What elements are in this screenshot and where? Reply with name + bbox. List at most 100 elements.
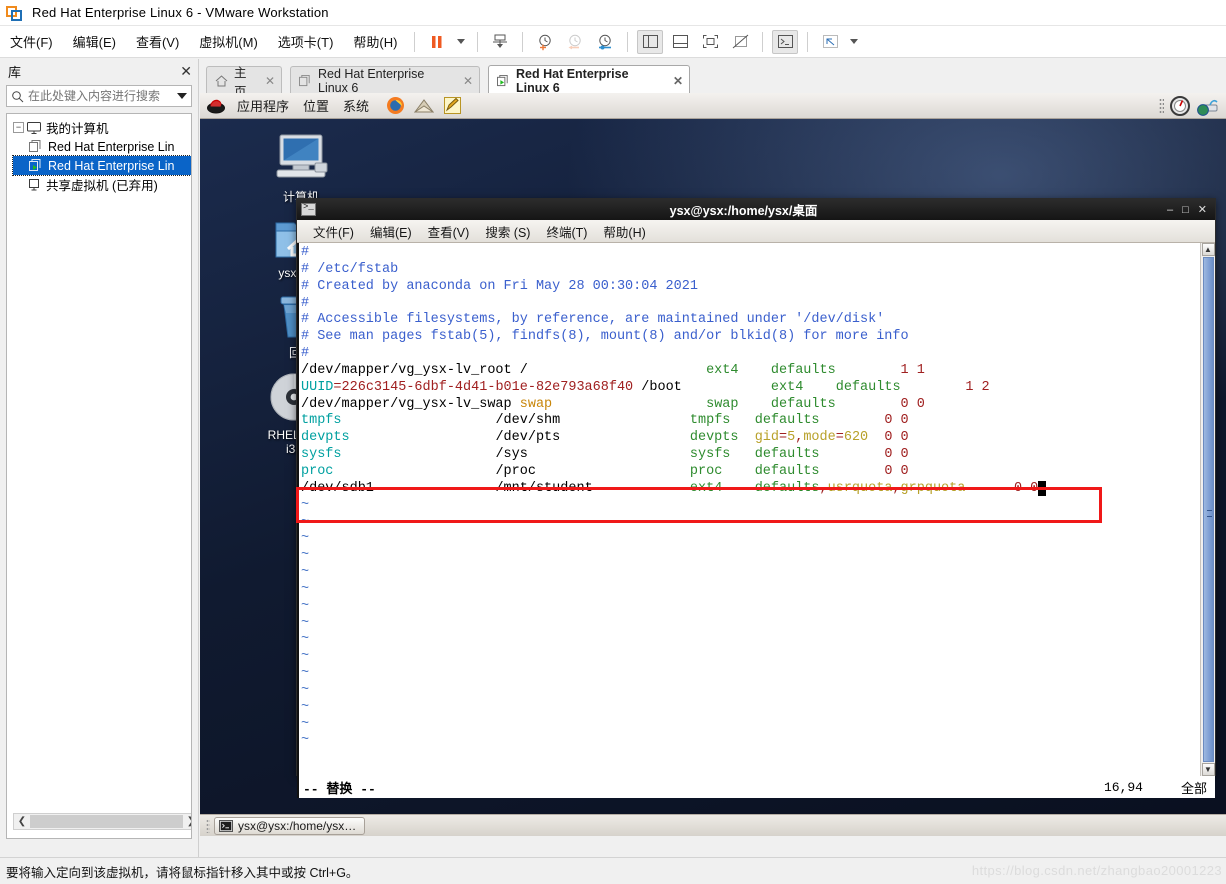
scroll-down-chevron-down-icon[interactable]: ▼	[1201, 763, 1215, 776]
vim-line-comment: #	[301, 295, 310, 311]
menu-edit[interactable]: 编辑(E)	[64, 28, 125, 55]
manage-snapshots-button[interactable]	[592, 30, 618, 54]
tree-item-label: 共享虚拟机 (已弃用)	[46, 179, 158, 193]
vmware-logo-icon	[6, 4, 24, 22]
terminal-body[interactable]: # # /etc/fstab # Created by anaconda on …	[297, 243, 1215, 776]
panel-grip-icon	[1159, 97, 1164, 114]
vim-editor-buffer[interactable]: # # /etc/fstab # Created by anaconda on …	[297, 243, 1200, 776]
menu-help[interactable]: 帮助(H)	[344, 28, 406, 55]
search-icon	[12, 90, 24, 102]
gnome-menu-system[interactable]: 系统	[336, 96, 376, 115]
toolbar-separator	[807, 31, 809, 52]
toolbar-separator	[414, 31, 416, 52]
scrollbar-thumb[interactable]	[30, 815, 183, 828]
terminal-menu-search[interactable]: 搜索 (S)	[477, 222, 538, 241]
menu-vm[interactable]: 虚拟机(M)	[190, 28, 267, 55]
tab-rhel6-1[interactable]: Red Hat Enterprise Linux 6 ✕	[290, 66, 480, 95]
fstab-entry-root: /dev/mapper/vg_ysx-lv_root / ext4 defaul…	[301, 362, 925, 378]
menu-view[interactable]: 查看(V)	[127, 28, 188, 55]
pause-button[interactable]	[424, 30, 450, 54]
tab-close-icon[interactable]: ✕	[673, 74, 683, 88]
scroll-left-arrow-icon[interactable]: ❮	[14, 816, 30, 827]
terminal-titlebar[interactable]: ysx@ysx:/home/ysx/桌面 – □ ✕	[297, 199, 1215, 220]
tree-item-vm-1[interactable]: Red Hat Enterprise Lin	[13, 137, 191, 156]
evolution-mail-icon[interactable]	[414, 97, 435, 115]
terminal-menu-help[interactable]: 帮助(H)	[595, 222, 653, 241]
close-button[interactable]: ✕	[1198, 203, 1207, 216]
maximize-button[interactable]: □	[1182, 204, 1189, 216]
sidebar-icon	[642, 35, 658, 48]
fstab-entry-tmpfs: tmpfs /dev/shm tmpfs defaults 0 0	[301, 413, 909, 429]
fstab-entry-boot: UUID=226c3145-6dbf-4d41-b01e-82e793a68f4…	[301, 379, 990, 395]
terminal-menu-file[interactable]: 文件(F)	[305, 222, 362, 241]
terminal-scrollbar[interactable]: ▲ ▼	[1200, 243, 1215, 776]
monitor-icon	[27, 121, 41, 134]
tab-close-icon[interactable]: ✕	[265, 74, 275, 88]
power-dropdown-chevron-down-icon[interactable]	[457, 39, 466, 44]
tree-item-vm-2[interactable]: Red Hat Enterprise Lin	[12, 155, 191, 176]
library-close-icon[interactable]: ✕	[180, 64, 192, 78]
vim-line-comment: # Created by anaconda on Fri May 28 00:3…	[301, 278, 698, 294]
library-tree[interactable]: − 我的计算机 Red Hat Enterprise Lin Red Hat E…	[6, 113, 192, 839]
search-input[interactable]	[28, 89, 174, 103]
snapshot-manager-button[interactable]	[487, 30, 513, 54]
console-prompt-icon	[777, 35, 793, 48]
gnome-desktop[interactable]: 计算机 ysx 的主 回收	[200, 119, 1226, 814]
unity-mode-button[interactable]	[727, 30, 753, 54]
terminal-menu-view[interactable]: 查看(V)	[420, 222, 478, 241]
scroll-right-arrow-icon[interactable]: ❯	[183, 816, 191, 827]
shared-vm-icon	[29, 178, 39, 190]
tree-expander-icon[interactable]: −	[13, 122, 24, 133]
tab-label: Red Hat Enterprise Linux 6	[318, 66, 425, 95]
scroll-up-chevron-up-icon[interactable]: ▲	[1201, 243, 1215, 256]
system-monitor-gauge-icon[interactable]	[1169, 95, 1191, 117]
terminal-menu-edit[interactable]: 编辑(E)	[362, 222, 420, 241]
toolbar-separator	[762, 31, 764, 52]
tree-item-my-computer[interactable]: − 我的计算机	[13, 118, 191, 137]
fstab-entry-sysfs: sysfs /sys sysfs defaults 0 0	[301, 447, 909, 463]
minimize-button[interactable]: –	[1167, 204, 1173, 216]
vim-cursor-position: 16,94	[1103, 779, 1143, 795]
terminal-title: ysx@ysx:/home/ysx/桌面	[669, 204, 818, 218]
vim-empty-line-marker: ~	[301, 598, 310, 614]
firefox-icon[interactable]	[386, 96, 405, 115]
vim-empty-line-marker: ~	[301, 548, 310, 564]
terminal-menu-terminal[interactable]: 终端(T)	[538, 222, 595, 241]
text-editor-icon[interactable]	[443, 96, 462, 115]
fullscreen-icon	[702, 35, 718, 48]
vim-line-comment: # /etc/fstab	[301, 261, 399, 277]
vim-scroll-indicator: 全部	[1180, 781, 1207, 797]
vm-guest-screen[interactable]: 应用程序 位置 系统 计算机 ysx RHEL-6.9 i38 >_ ysx@y…	[200, 93, 1226, 836]
search-chevron-down-icon[interactable]	[177, 93, 187, 99]
view-dropdown-chevron-down-icon[interactable]	[850, 39, 859, 44]
show-thumbnail-bar-button[interactable]	[667, 30, 693, 54]
fullscreen-button[interactable]	[697, 30, 723, 54]
show-library-button[interactable]	[637, 29, 664, 54]
vim-status-line: -- 替换 -- 16,94 全部	[297, 776, 1215, 798]
gnome-menu-places[interactable]: 位置	[296, 96, 336, 115]
tab-close-icon[interactable]: ✕	[463, 74, 473, 88]
desktop-icon-computer[interactable]: 计算机	[258, 133, 344, 204]
tab-rhel6-2-active[interactable]: Red Hat Enterprise Linux 6 ✕	[488, 65, 690, 95]
library-horizontal-scrollbar[interactable]: ❮ ❯	[13, 813, 191, 830]
window-titlebar: Red Hat Enterprise Linux 6 - VMware Work…	[0, 0, 1226, 26]
library-search-box[interactable]	[6, 85, 192, 107]
revert-snapshot-button[interactable]	[562, 30, 588, 54]
taskbar-window-button-terminal[interactable]: ysx@ysx:/home/ysx…	[214, 816, 366, 835]
tab-home[interactable]: 主页 ✕	[206, 66, 282, 99]
clock-back-icon	[568, 34, 582, 49]
terminal-window[interactable]: ysx@ysx:/home/ysx/桌面 – □ ✕ 文件(F) 编辑(E) 查…	[296, 198, 1216, 798]
scrollbar-thumb[interactable]	[1202, 257, 1214, 762]
console-view-button[interactable]	[772, 29, 799, 54]
take-snapshot-button[interactable]	[532, 30, 558, 54]
vim-empty-line-marker: ~	[301, 699, 310, 715]
library-header: 库 ✕	[0, 59, 198, 83]
tree-item-shared-vms[interactable]: 共享虚拟机 (已弃用)	[13, 175, 191, 194]
network-icon[interactable]	[1196, 96, 1220, 116]
menu-toolbar: 文件(F) 编辑(E) 查看(V) 虚拟机(M) 选项卡(T) 帮助(H)	[0, 26, 1226, 58]
gnome-menu-applications[interactable]: 应用程序	[230, 96, 296, 115]
tab-bar: 主页 ✕ Red Hat Enterprise Linux 6 ✕ Red Ha…	[200, 63, 1226, 99]
menu-file[interactable]: 文件(F)	[1, 28, 62, 55]
menu-tabs[interactable]: 选项卡(T)	[269, 28, 343, 55]
stretch-view-button[interactable]	[817, 30, 843, 54]
